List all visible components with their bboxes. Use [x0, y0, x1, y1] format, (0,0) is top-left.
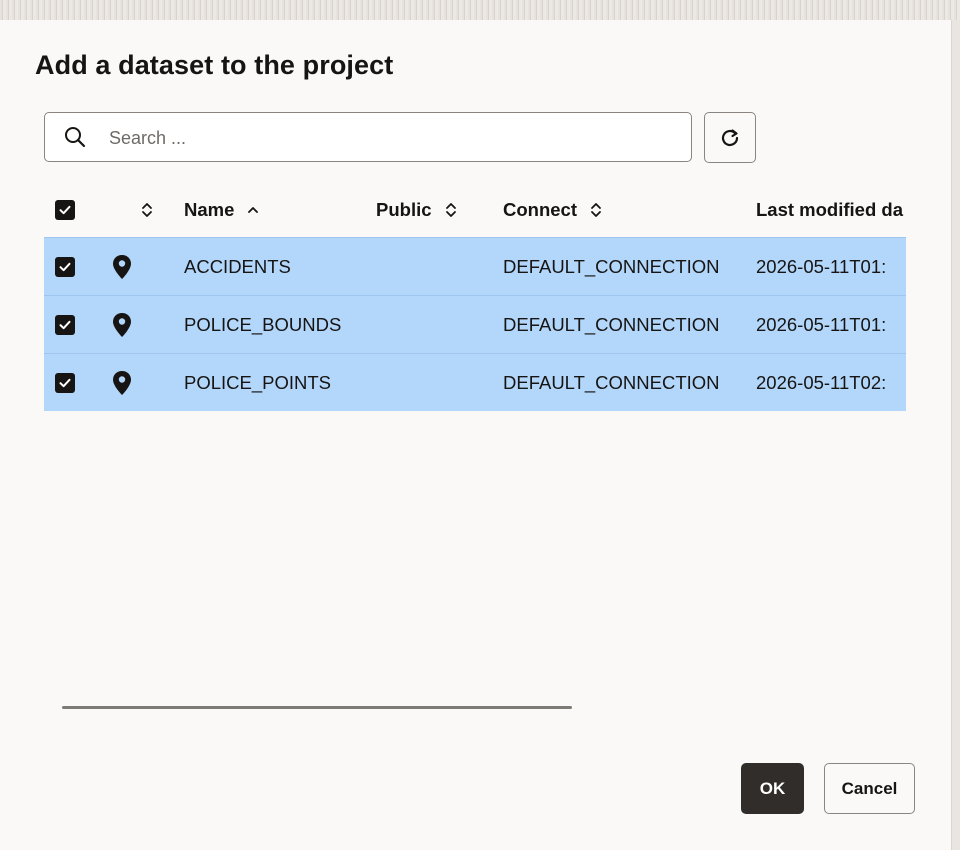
row-select-cell: [55, 354, 75, 411]
check-icon: [59, 205, 71, 214]
map-pin-icon: [113, 312, 131, 337]
table-header-row: Name Public Connect Last modified da: [44, 182, 906, 237]
row-name-cell: POLICE_POINTS: [184, 371, 332, 393]
sort-toggle-icon: [591, 202, 601, 217]
dataset-table: Name Public Connect Last modified da ACC…: [44, 182, 906, 412]
row-checkbox[interactable]: [55, 314, 75, 335]
sort-toggle-icon: [445, 202, 456, 217]
refresh-icon: [721, 128, 739, 146]
row-last-modified-cell: 2026-05-11T02:: [756, 371, 887, 393]
column-header-connect[interactable]: Connect: [503, 182, 603, 237]
row-connect-cell: DEFAULT_CONNECTION: [503, 313, 720, 335]
row-select-cell: [55, 296, 75, 353]
check-icon: [59, 262, 71, 271]
dialog-title: Add a dataset to the project: [35, 50, 394, 80]
row-last-modified-cell: 2026-05-11T01:: [756, 255, 887, 277]
search-icon: [65, 127, 86, 148]
column-header-last-modified-label: Last modified da: [756, 198, 903, 220]
map-pin-icon: [113, 254, 131, 279]
search-box[interactable]: [44, 112, 692, 162]
table-row[interactable]: ACCIDENTS DEFAULT_CONNECTION 2026-05-11T…: [44, 237, 906, 295]
horizontal-scrollbar[interactable]: [62, 706, 572, 709]
row-type-cell: [111, 354, 133, 411]
check-icon: [59, 378, 71, 387]
row-last-modified-cell: 2026-05-11T01:: [756, 313, 887, 335]
background-right-edge: [951, 20, 960, 850]
check-icon: [59, 320, 71, 329]
table-row[interactable]: POLICE_BOUNDS DEFAULT_CONNECTION 2026-05…: [44, 295, 906, 353]
row-type-cell: [111, 238, 133, 295]
column-header-last-modified[interactable]: Last modified da: [756, 182, 903, 237]
type-sort-cell: [140, 182, 154, 237]
search-input[interactable]: [107, 121, 671, 155]
refresh-button[interactable]: [704, 112, 756, 163]
column-header-connect-label: Connect: [503, 198, 577, 220]
column-header-public[interactable]: Public: [376, 182, 458, 237]
column-header-name[interactable]: Name: [184, 182, 260, 237]
select-all-cell: [55, 182, 75, 237]
sort-ascending-icon: [248, 206, 259, 213]
row-name-cell: POLICE_BOUNDS: [184, 313, 342, 335]
select-all-checkbox[interactable]: [55, 199, 75, 220]
row-type-cell: [111, 296, 133, 353]
row-checkbox[interactable]: [55, 256, 75, 277]
row-connect-cell: DEFAULT_CONNECTION: [503, 371, 720, 393]
ok-button[interactable]: OK: [741, 763, 804, 814]
column-header-name-label: Name: [184, 198, 235, 220]
row-checkbox[interactable]: [55, 372, 75, 393]
row-connect-cell: DEFAULT_CONNECTION: [503, 255, 720, 277]
row-name-cell: ACCIDENTS: [184, 255, 291, 277]
map-pin-icon: [113, 370, 131, 395]
column-header-public-label: Public: [376, 198, 432, 220]
sort-toggle-icon[interactable]: [140, 200, 154, 220]
add-dataset-dialog: Add a dataset to the project Name: [0, 20, 951, 850]
row-select-cell: [55, 238, 75, 295]
cancel-button[interactable]: Cancel: [824, 763, 915, 814]
background-strip: [0, 0, 960, 20]
table-row[interactable]: POLICE_POINTS DEFAULT_CONNECTION 2026-05…: [44, 353, 906, 411]
